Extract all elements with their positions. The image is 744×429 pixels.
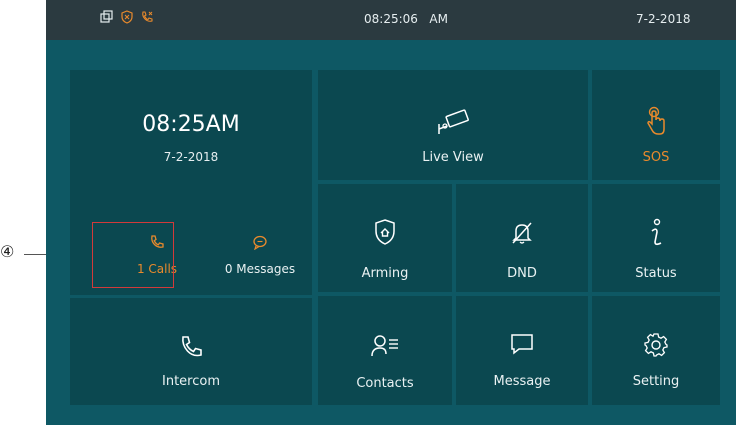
dnd-label: DND	[507, 266, 537, 281]
device-screen: 08:25:06 AM 7-2-2018 08:25AM 7-2-2018 1 …	[46, 0, 736, 425]
shield-home-icon	[375, 219, 395, 245]
intercom-label: Intercom	[162, 374, 220, 389]
sos-label: SOS	[642, 150, 670, 165]
chat-bubble-icon	[253, 235, 267, 250]
gear-icon	[644, 333, 668, 357]
callout-number: ④	[0, 242, 15, 261]
info-icon	[651, 218, 662, 246]
status-tile[interactable]: Status	[592, 184, 720, 292]
clock-date: 7-2-2018	[163, 150, 219, 164]
message-label: Message	[493, 374, 551, 389]
phone-missed-icon	[142, 11, 153, 22]
status-bar: 08:25:06 AM 7-2-2018	[46, 0, 736, 40]
live-view-tile[interactable]: Live View	[318, 70, 588, 180]
message-icon	[511, 334, 533, 355]
messages-button[interactable]: 0 Messages	[208, 226, 312, 286]
setting-tile[interactable]: Setting	[592, 296, 720, 405]
contacts-icon	[371, 335, 398, 357]
status-date: 7-2-2018	[636, 12, 691, 26]
camera-icon	[438, 109, 469, 134]
status-label: Status	[635, 266, 677, 281]
message-tile[interactable]: Message	[456, 296, 588, 405]
bell-off-icon	[512, 222, 532, 244]
shield-icon	[121, 10, 133, 24]
setting-label: Setting	[632, 374, 680, 389]
status-time: 08:25:06 AM	[364, 12, 448, 26]
windows-icon	[100, 10, 113, 23]
sos-tile[interactable]: SOS	[592, 70, 720, 180]
contacts-label: Contacts	[356, 376, 414, 391]
calls-highlight-box	[92, 222, 174, 288]
arming-label: Arming	[361, 266, 409, 281]
arming-tile[interactable]: Arming	[318, 184, 452, 292]
intercom-tile[interactable]: Intercom	[70, 298, 312, 405]
clock-time: 08:25AM	[142, 112, 240, 137]
dnd-tile[interactable]: DND	[456, 184, 588, 292]
phone-icon	[182, 336, 202, 357]
hand-touch-icon	[647, 106, 665, 135]
contacts-tile[interactable]: Contacts	[318, 296, 452, 405]
live-view-label: Live View	[422, 150, 484, 165]
messages-label: 0 Messages	[224, 262, 296, 276]
